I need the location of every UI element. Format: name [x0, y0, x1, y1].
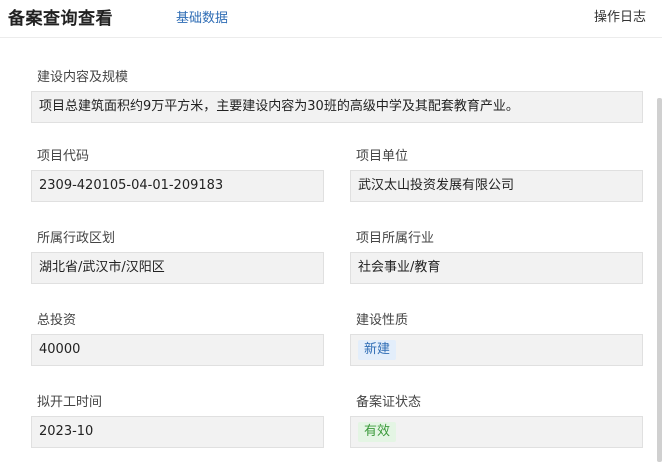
- scope-label: 建设内容及规模: [37, 70, 129, 85]
- start-time-field: 2023-10: [31, 416, 324, 448]
- nature-field: 新建: [350, 334, 643, 366]
- operation-log-link[interactable]: 操作日志: [594, 6, 646, 25]
- cert-status-tag: 有效: [358, 421, 397, 442]
- cert-status-field: 有效: [350, 416, 643, 448]
- nature-tag: 新建: [358, 339, 397, 360]
- vertical-scrollbar[interactable]: [657, 98, 662, 462]
- header-bar: 备案查询查看 基础数据 操作日志: [0, 0, 662, 38]
- investment-field: 40000: [31, 334, 324, 366]
- project-unit-field: 武汉太山投资发展有限公司: [350, 170, 643, 202]
- nature-label: 建设性质: [356, 313, 409, 328]
- industry-field: 社会事业/教育: [350, 252, 643, 284]
- tab-basic-data[interactable]: 基础数据: [176, 7, 228, 26]
- industry-label: 项目所属行业: [356, 231, 435, 246]
- start-time-label: 拟开工时间: [37, 395, 103, 410]
- cert-status-label: 备案证状态: [356, 395, 422, 410]
- region-field: 湖北省/武汉市/汉阳区: [31, 252, 324, 284]
- scope-field: 项目总建筑面积约9万平方米，主要建设内容为30班的高级中学及其配套教育产业。: [31, 91, 643, 123]
- project-unit-label: 项目单位: [356, 149, 409, 164]
- region-label: 所属行政区划: [37, 231, 116, 246]
- project-code-field: 2309-420105-04-01-209183: [31, 170, 324, 202]
- investment-label: 总投资: [37, 313, 77, 328]
- page-title: 备案查询查看: [8, 9, 113, 29]
- project-code-label: 项目代码: [37, 149, 90, 164]
